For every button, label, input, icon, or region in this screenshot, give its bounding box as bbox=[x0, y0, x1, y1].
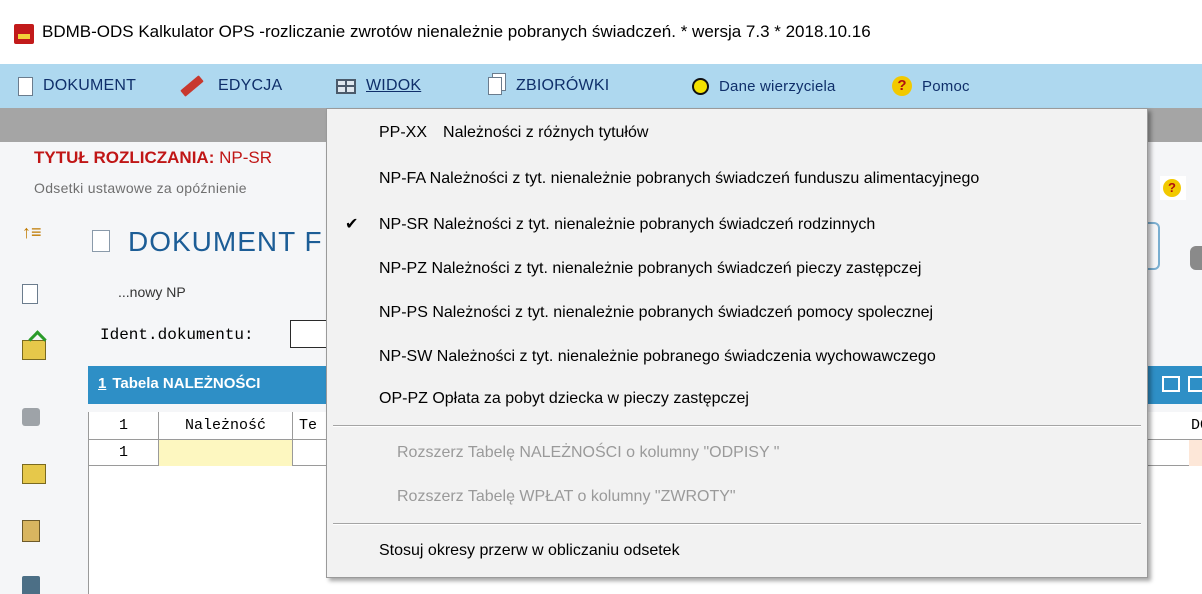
pencil-icon bbox=[180, 75, 204, 97]
clipboard-icon[interactable] bbox=[22, 520, 40, 542]
ident-label: Ident.dokumentu: bbox=[100, 326, 254, 344]
menu-dane-wierzyciela[interactable]: Dane wierzyciela bbox=[692, 64, 836, 108]
menu-item-stosuj-okresy[interactable]: Stosuj okresy przerw w obliczaniu odsete… bbox=[327, 531, 1147, 571]
document-icon bbox=[92, 230, 110, 252]
menu-item-np-pz[interactable]: NP-PZ Należności z tyt. nienależnie pobr… bbox=[327, 249, 1147, 289]
menu-item-label: NP-SR Należności z tyt. nienależnie pobr… bbox=[379, 216, 876, 233]
row-cell-right[interactable] bbox=[1189, 440, 1202, 466]
app-window: BDMB-ODS Kalkulator OPS -rozliczanie zwr… bbox=[0, 0, 1202, 594]
header-cell-index: 1 bbox=[89, 412, 159, 440]
menu-item-code: PP-XX bbox=[379, 124, 428, 141]
menu-item-rozszerz-zwroty: Rozszerz Tabelę WPŁAT o kolumny "ZWROTY" bbox=[327, 477, 1147, 517]
menu-pomoc[interactable]: ? Pomoc bbox=[892, 64, 970, 108]
menu-dokument-label: DOKUMENT bbox=[43, 77, 137, 94]
window-icon[interactable] bbox=[1162, 376, 1180, 392]
widok-dropdown-menu: PP-XX Należności z różnych tytułów NP-FA … bbox=[326, 108, 1148, 578]
menu-item-label: NP-PS Należności z tyt. nienależnie pobr… bbox=[379, 304, 934, 321]
window-2-icon[interactable] bbox=[1188, 376, 1202, 392]
tab-label: Tabela NALEŻNOŚCI bbox=[112, 375, 261, 392]
menu-item-pp-xx[interactable]: PP-XX Należności z różnych tytułów bbox=[327, 113, 1147, 153]
tytul-label: TYTUŁ ROZLICZANIA: bbox=[34, 148, 215, 167]
yellow-circle-icon bbox=[692, 77, 709, 95]
menu-item-np-fa[interactable]: NP-FA Należności z tyt. nienależnie pobr… bbox=[327, 159, 1147, 199]
menu-separator bbox=[333, 523, 1141, 525]
menu-zbiorowki[interactable]: ZBIORÓWKI bbox=[484, 64, 609, 108]
menu-dokument[interactable]: DOKUMENT bbox=[18, 64, 136, 108]
menu-dane-wierzyciela-label: Dane wierzyciela bbox=[719, 77, 836, 95]
app-logo-icon bbox=[14, 24, 34, 44]
side-help-button[interactable]: ? bbox=[1160, 176, 1186, 200]
header-cell-do-za: DO za bbox=[1191, 417, 1202, 434]
help-icon: ? bbox=[892, 76, 912, 96]
menu-pomoc-label: Pomoc bbox=[922, 77, 970, 95]
menu-item-label: NP-PZ Należności z tyt. nienależnie pobr… bbox=[379, 260, 922, 277]
new-document-icon[interactable] bbox=[22, 284, 38, 304]
menu-item-label: Rozszerz Tabelę NALEŻNOŚCI o kolumny "OD… bbox=[397, 444, 780, 461]
menu-item-op-pz[interactable]: OP-PZ Opłata za pobyt dziecka w pieczy z… bbox=[327, 379, 1147, 419]
odsetki-text: Odsetki ustawowe za opóźnienie bbox=[34, 180, 247, 196]
grid-icon bbox=[336, 78, 356, 94]
window-title: BDMB-ODS Kalkulator OPS -rozliczanie zwr… bbox=[42, 22, 871, 41]
menu-zbiorowki-label: ZBIORÓWKI bbox=[516, 77, 610, 94]
menu-item-label: NP-SW Należności z tyt. nienależnie pobr… bbox=[379, 348, 936, 365]
sort-icon[interactable]: ↑≡ bbox=[22, 222, 44, 246]
left-toolbar: ↑≡ bbox=[0, 210, 66, 594]
row-cell-index: 1 bbox=[89, 440, 159, 466]
calculator-icon[interactable] bbox=[22, 576, 40, 594]
nowy-np-label: ...nowy NP bbox=[118, 284, 186, 300]
menu-item-label: NP-FA Należności z tyt. nienależnie pobr… bbox=[379, 170, 980, 187]
menu-item-np-sr[interactable]: ✔ NP-SR Należności z tyt. nienależnie po… bbox=[327, 205, 1147, 245]
header-cell-naleznosc: Należność bbox=[159, 412, 293, 440]
tab-naleznosci[interactable]: 1 Tabela NALEŻNOŚCI bbox=[98, 375, 260, 392]
menu-item-np-sw[interactable]: NP-SW Należności z tyt. nienależnie pobr… bbox=[327, 337, 1147, 377]
menu-widok-label: WIDOK bbox=[366, 77, 422, 94]
tytul-rozliczania: TYTUŁ ROZLICZANIA: NP-SR bbox=[34, 148, 272, 168]
tytul-value: NP-SR bbox=[219, 148, 272, 167]
help-icon: ? bbox=[1163, 179, 1181, 197]
menu-item-label: Należności z różnych tytułów bbox=[443, 124, 649, 141]
checkmark-icon: ✔ bbox=[345, 216, 359, 233]
menu-bar: DOKUMENT EDYCJA WIDOK ZBIORÓWKI Dane wie… bbox=[0, 64, 1202, 108]
stop-icon[interactable] bbox=[22, 408, 40, 426]
document-title: DOKUMENT F bbox=[128, 226, 323, 257]
row-cell-naleznosc[interactable] bbox=[159, 440, 293, 466]
gear-icon[interactable] bbox=[1190, 246, 1202, 270]
menu-edycja-label: EDYCJA bbox=[218, 77, 283, 94]
open-folder-icon[interactable] bbox=[22, 340, 46, 360]
open-folder-2-icon[interactable] bbox=[22, 464, 46, 484]
documents-icon bbox=[488, 77, 502, 95]
ident-input[interactable] bbox=[290, 320, 330, 348]
menu-item-label: Stosuj okresy przerw w obliczaniu odsete… bbox=[379, 542, 680, 559]
menu-item-label: Rozszerz Tabelę WPŁAT o kolumny "ZWROTY" bbox=[397, 488, 736, 505]
document-icon bbox=[18, 76, 33, 96]
menu-separator bbox=[333, 425, 1141, 427]
tab-number: 1 bbox=[98, 375, 107, 392]
menu-item-rozszerz-odpisy: Rozszerz Tabelę NALEŻNOŚCI o kolumny "OD… bbox=[327, 433, 1147, 473]
title-bar: BDMB-ODS Kalkulator OPS -rozliczanie zwr… bbox=[0, 0, 1202, 64]
menu-item-np-ps[interactable]: NP-PS Należności z tyt. nienależnie pobr… bbox=[327, 293, 1147, 333]
menu-widok[interactable]: WIDOK bbox=[336, 64, 421, 108]
menu-item-label: OP-PZ Opłata za pobyt dziecka w pieczy z… bbox=[379, 390, 749, 407]
menu-edycja[interactable]: EDYCJA bbox=[180, 64, 282, 108]
